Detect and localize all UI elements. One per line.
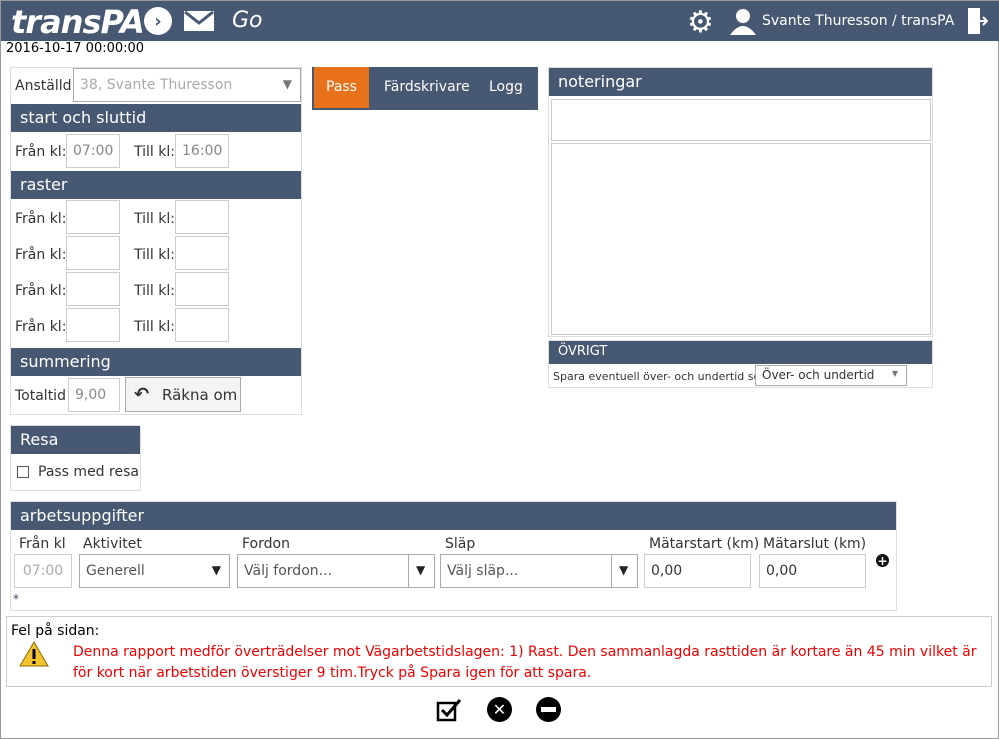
col-activity: Aktivitet <box>83 536 142 552</box>
trip-checkbox-label[interactable]: Pass med resa <box>38 464 139 480</box>
close-icon[interactable]: ✕ <box>487 697 512 722</box>
save-checklist-icon[interactable] <box>436 698 462 722</box>
meter-start-input[interactable] <box>644 554 751 588</box>
to-label: Till kl: <box>134 144 175 160</box>
recalc-label: Räkna om <box>162 386 238 404</box>
gear-icon[interactable]: ⚙ <box>687 5 714 40</box>
to-label: Till kl: <box>134 247 175 263</box>
undo-icon: ↶ <box>134 384 150 405</box>
notes-title-input[interactable] <box>551 99 931 141</box>
add-row-icon[interactable]: + <box>876 554 889 568</box>
trip-checkbox[interactable] <box>17 466 29 478</box>
employee-value: 38, Svante Thuresson <box>80 77 233 93</box>
notes-textarea[interactable] <box>551 143 931 335</box>
to-label: Till kl: <box>134 319 175 335</box>
arrow-circle-icon[interactable]: › <box>144 7 172 35</box>
tasks-panel: arbetsuppgifter Från kl Aktivitet Fordon… <box>10 501 897 611</box>
break-to-input[interactable] <box>175 272 229 306</box>
tab-logg[interactable]: Logg <box>489 79 523 95</box>
activity-select[interactable]: Generell ▼ <box>79 554 230 588</box>
to-label: Till kl: <box>134 283 175 299</box>
user-name[interactable]: Svante Thuresson / transPA <box>762 13 954 29</box>
break-to-input[interactable] <box>175 236 229 270</box>
start-time-input[interactable] <box>66 134 120 168</box>
other-panel: ÖVRIGT Spara eventuell över- och underti… <box>548 340 933 388</box>
task-from-input[interactable] <box>14 554 72 588</box>
mail-icon[interactable] <box>184 10 214 31</box>
from-label: Från kl: <box>15 144 67 160</box>
activity-value: Generell <box>86 563 145 579</box>
meter-end-input[interactable] <box>759 554 866 588</box>
tab-pass[interactable]: Pass <box>314 67 369 108</box>
overtime-select[interactable]: Över- och undertid ▼ <box>755 365 907 386</box>
logo[interactable]: transPA <box>11 3 145 41</box>
col-meter-start: Mätarstart (km) <box>649 536 760 552</box>
trip-header: Resa <box>11 426 140 454</box>
summary-header: summering <box>11 348 301 376</box>
breaks-header: raster <box>11 171 301 199</box>
tab-fardskrivare[interactable]: Färdskrivare <box>384 79 470 95</box>
other-text: Spara eventuell över- och undertid som <box>553 370 771 383</box>
error-panel: Fel på sidan: Denna rapport medför övert… <box>6 616 992 687</box>
chevron-down-icon: ▼ <box>891 369 898 378</box>
trip-panel: Resa Pass med resa <box>10 425 141 491</box>
total-input[interactable] <box>68 378 120 412</box>
user-icon[interactable] <box>729 7 757 35</box>
break-to-input[interactable] <box>175 308 229 342</box>
col-vehicle: Fordon <box>242 536 290 552</box>
employee-select[interactable]: 38, Svante Thuresson ▼ <box>73 68 301 102</box>
from-label: Från kl: <box>15 319 67 335</box>
remove-icon[interactable] <box>536 697 561 722</box>
employee-label: Anställd <box>15 78 72 94</box>
top-bar: transPA › Go ⚙ Svante Thuresson / transP… <box>1 1 999 41</box>
end-time-input[interactable] <box>175 134 229 168</box>
chevron-down-icon: ▼ <box>611 555 637 587</box>
tasks-header: arbetsuppgifter <box>11 502 896 530</box>
total-label: Totaltid <box>15 388 66 404</box>
from-label: Från kl: <box>15 211 67 227</box>
chevron-down-icon: ▼ <box>282 77 292 91</box>
trailer-select[interactable]: Välj släp... ▼ <box>440 554 638 588</box>
employee-panel: Anställd 38, Svante Thuresson ▼ start och… <box>10 67 302 415</box>
break-from-input[interactable] <box>66 308 120 342</box>
col-from: Från kl <box>19 536 66 552</box>
error-message: Denna rapport medför överträdelser mot V… <box>73 644 977 681</box>
col-trailer: Släp <box>445 536 476 552</box>
date-label: 2016-10-17 00:00:00 <box>6 41 145 56</box>
error-title: Fel på sidan: <box>11 623 100 639</box>
warning-icon <box>19 641 49 671</box>
logout-icon[interactable] <box>966 7 989 35</box>
to-label: Till kl: <box>134 211 175 227</box>
overtime-value: Över- och undertid <box>762 368 875 382</box>
required-marker: * <box>13 592 19 606</box>
vehicle-select[interactable]: Välj fordon... ▼ <box>237 554 435 588</box>
go-link[interactable]: Go <box>232 8 263 33</box>
chevron-down-icon: ▼ <box>211 563 221 577</box>
break-to-input[interactable] <box>175 200 229 234</box>
break-from-input[interactable] <box>66 200 120 234</box>
other-header: ÖVRIGT <box>549 341 932 364</box>
chevron-down-icon: ▼ <box>408 555 434 587</box>
trailer-value: Välj släp... <box>447 563 519 579</box>
break-from-input[interactable] <box>66 272 120 306</box>
recalc-button[interactable]: ↶ Räkna om <box>125 377 241 412</box>
notes-panel: noteringar <box>548 67 933 337</box>
from-label: Från kl: <box>15 283 67 299</box>
break-from-input[interactable] <box>66 236 120 270</box>
col-meter-end: Mätarslut (km) <box>763 536 867 552</box>
vehicle-value: Välj fordon... <box>244 563 332 579</box>
start-end-header: start och sluttid <box>11 104 301 132</box>
from-label: Från kl: <box>15 247 67 263</box>
tab-bar: Pass Färdskrivare Logg <box>312 67 538 110</box>
notes-header: noteringar <box>549 68 932 96</box>
